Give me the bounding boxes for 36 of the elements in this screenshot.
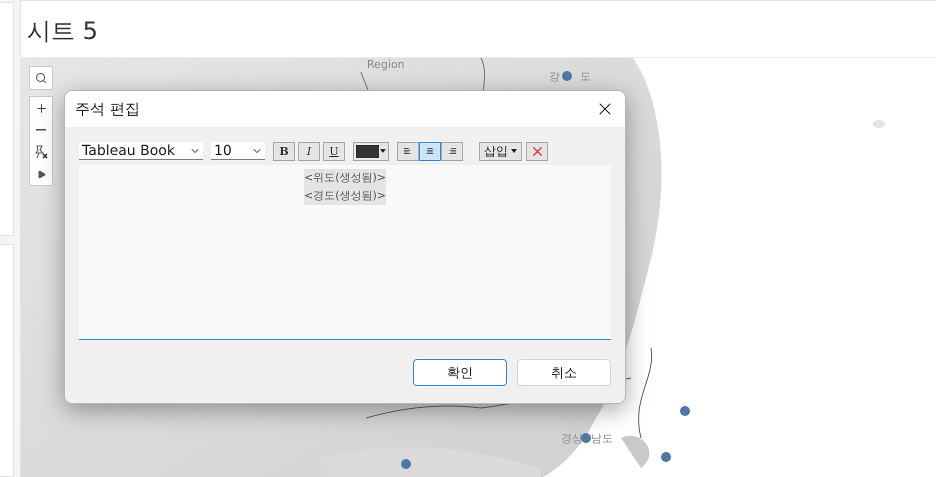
font-dropdown[interactable]: Tableau Book (79, 142, 203, 160)
map-label: Region (367, 58, 405, 71)
delete-button[interactable] (526, 142, 548, 160)
align-left-icon (403, 146, 413, 156)
align-right-button[interactable] (441, 142, 463, 160)
align-center-button[interactable] (419, 142, 441, 160)
play-icon (36, 170, 46, 178)
insert-button[interactable]: 삽입 (479, 142, 522, 160)
map-label: 남도 (591, 431, 613, 446)
map-dot (661, 452, 671, 462)
dropdown-triangle-icon (380, 149, 386, 153)
font-size-dropdown[interactable]: 10 (211, 142, 265, 160)
map-label: 도 (580, 69, 591, 84)
color-swatch (356, 144, 380, 158)
text-editor[interactable]: <위도(생성됨)> <경도(생성됨)> (79, 165, 611, 340)
plus-icon (34, 102, 48, 114)
minus-icon (36, 129, 46, 131)
align-right-icon (447, 146, 457, 156)
text-color-button[interactable] (353, 142, 389, 160)
bold-button[interactable]: B (273, 142, 295, 160)
dialog-title: 주석 편집 (75, 100, 140, 118)
map-label: 강 (549, 69, 560, 84)
cancel-button[interactable]: 취소 (517, 359, 611, 386)
pin-cross-icon (33, 144, 49, 160)
map-label: 경상 (561, 431, 583, 446)
align-left-button[interactable] (397, 142, 419, 160)
ok-button[interactable]: 확인 (413, 359, 507, 386)
font-name: Tableau Book (82, 142, 175, 158)
map-dot (581, 433, 591, 443)
italic-button[interactable]: I (298, 142, 320, 160)
map-dot (680, 406, 690, 416)
search-icon (35, 72, 47, 84)
align-center-icon (425, 146, 435, 156)
underline-button[interactable]: U (323, 142, 345, 160)
font-size: 10 (214, 142, 232, 158)
dropdown-triangle-icon (511, 149, 517, 153)
